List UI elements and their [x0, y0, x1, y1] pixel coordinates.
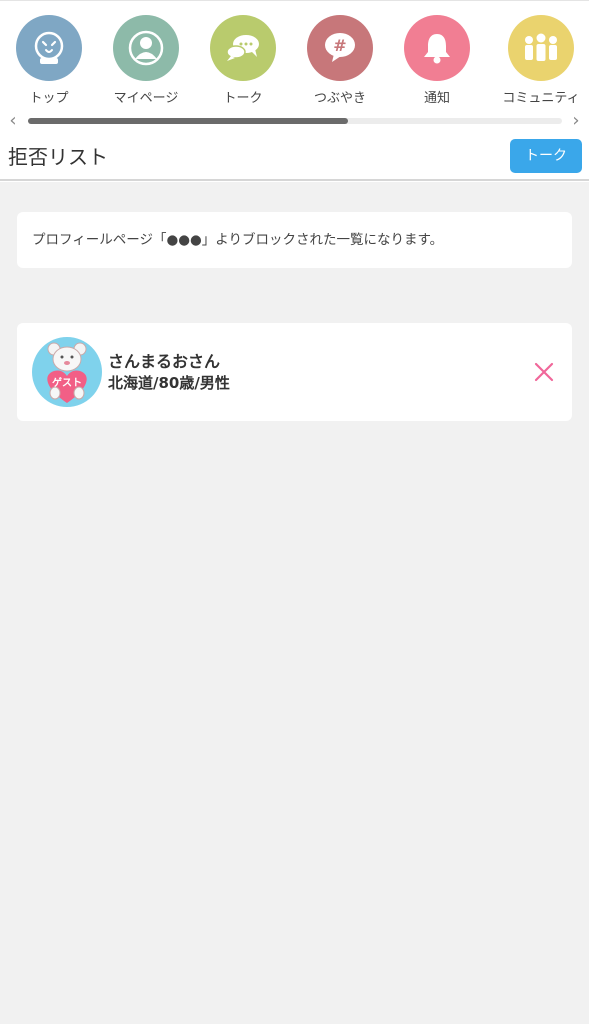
scroll-track[interactable]	[28, 118, 562, 124]
nav-item-top[interactable]: トップ	[0, 15, 99, 107]
hashtag-bubble-icon: #	[307, 15, 373, 81]
nav-item-label: トップ	[29, 91, 69, 106]
avatar[interactable]: ゲスト	[32, 337, 102, 407]
talk-button[interactable]: トーク	[510, 139, 582, 173]
scroll-left-icon[interactable]: ‹	[4, 111, 22, 131]
nav-items: トップ マイページ トーク # つぶやき 通知 コミュニティ	[0, 15, 589, 107]
nav-item-label: コミュニティ	[502, 91, 580, 106]
bell-icon	[404, 15, 470, 81]
nav-item-label: マイページ	[113, 91, 179, 106]
nav-item-mypage[interactable]: マイページ	[96, 15, 196, 107]
chat-bubbles-icon	[210, 15, 276, 81]
top-face-icon	[16, 15, 82, 81]
scroll-thumb[interactable]	[28, 118, 349, 124]
nav-item-tweets[interactable]: # つぶやき	[290, 15, 390, 107]
group-icon	[508, 15, 574, 81]
blocked-user-card: ゲスト さんまるおさん 北海道/80歳/男性	[17, 323, 572, 421]
nav-item-label: 通知	[423, 91, 450, 106]
person-icon	[113, 15, 179, 81]
info-message: プロフィールページ「●●●」よりブロックされた一覧になります。	[17, 212, 572, 268]
nav-scrollbar: ‹ ›	[0, 111, 589, 131]
top-navigation: トップ マイページ トーク # つぶやき 通知 コミュニティ ‹ › 拒否リスト…	[0, 0, 589, 182]
scroll-right-icon[interactable]: ›	[567, 111, 585, 131]
svg-text:#: #	[333, 36, 346, 55]
guest-bear-icon: ゲスト	[47, 342, 87, 403]
close-icon[interactable]	[532, 360, 556, 384]
page-title: 拒否リスト	[8, 145, 108, 169]
user-name[interactable]: さんまるおさん	[108, 348, 220, 372]
nav-item-label: つぶやき	[313, 91, 366, 106]
user-details: 北海道/80歳/男性	[108, 374, 230, 392]
nav-item-label: トーク	[223, 91, 263, 106]
svg-text:ゲスト: ゲスト	[52, 376, 82, 389]
nav-item-talk[interactable]: トーク	[193, 15, 293, 107]
page-header: 拒否リスト トーク	[0, 135, 589, 181]
nav-item-notifications[interactable]: 通知	[387, 15, 487, 107]
nav-item-community[interactable]: コミュニティ	[491, 15, 589, 107]
